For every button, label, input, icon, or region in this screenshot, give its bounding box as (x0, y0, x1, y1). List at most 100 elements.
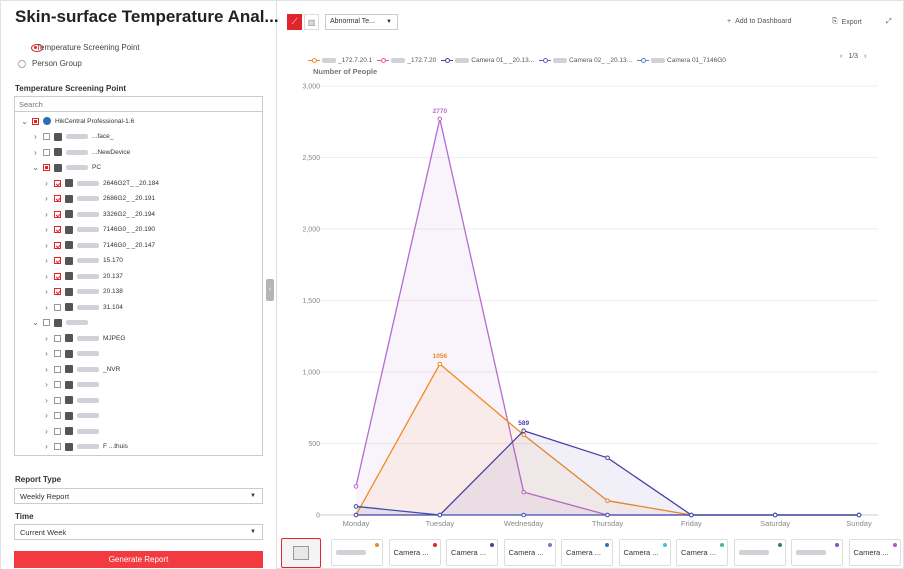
tree-node[interactable]: › (43, 378, 103, 392)
camera-thumbnail[interactable]: Camera ... (446, 539, 498, 566)
device-tree[interactable]: ⌄ HikCentral Professional-1.6 › ...face_ ›..… (14, 112, 263, 456)
tree-node[interactable]: › ...face_ (32, 130, 113, 144)
tree-checkbox[interactable] (54, 443, 61, 450)
tree-checkbox[interactable] (43, 164, 50, 171)
chevron-right-icon[interactable]: › (43, 396, 50, 405)
tree-node[interactable]: › 20.137 (43, 269, 123, 283)
report-type-select[interactable]: Weekly Report ▼ (14, 488, 263, 504)
chevron-right-icon[interactable]: › (43, 287, 50, 296)
collapse-panel-handle[interactable]: ‹ (266, 279, 274, 301)
tree-checkbox[interactable] (43, 319, 50, 326)
chevron-right-icon[interactable]: › (43, 210, 50, 219)
tree-node[interactable]: ⌄ PC (32, 161, 101, 175)
tree-node[interactable]: ⌄ HikCentral Professional-1.6 (21, 114, 134, 128)
tree-node[interactable]: › F ...thuis (43, 440, 128, 454)
chevron-right-icon[interactable]: › (43, 349, 50, 358)
chevron-down-icon[interactable]: ⌄ (21, 117, 28, 126)
tree-node[interactable]: › (43, 424, 103, 438)
radio-person-group[interactable]: Person Group (18, 59, 82, 68)
search-input[interactable] (14, 96, 263, 112)
time-select[interactable]: Current Week ▼ (14, 524, 263, 540)
legend-item[interactable]: Camera 02_ _20.13... (539, 57, 632, 64)
redacted-text (77, 382, 99, 387)
tree-node[interactable]: › (43, 409, 103, 423)
chevron-right-icon[interactable]: › (43, 334, 50, 343)
tree-checkbox[interactable] (43, 148, 50, 156)
tree-checkbox[interactable] (54, 272, 61, 280)
legend-item[interactable]: Camera 01_ _20.13... (441, 57, 534, 64)
chevron-right-icon[interactable]: › (43, 225, 50, 234)
camera-thumbnail[interactable] (331, 539, 383, 566)
tree-node[interactable]: › 2686G2_ _20.191 (43, 192, 155, 206)
bar-chart-toggle-icon[interactable]: ▥ (304, 14, 319, 30)
chevron-right-icon[interactable]: › (43, 272, 50, 281)
chevron-right-icon[interactable]: › (43, 241, 50, 250)
radio-temperature-screening-point[interactable]: Temperature Screening Point (18, 43, 140, 52)
camera-thumbnail[interactable]: Camera ... (561, 539, 613, 566)
chevron-right-icon[interactable]: › (32, 132, 39, 141)
tree-checkbox[interactable] (32, 117, 39, 125)
camera-thumbnail[interactable]: Camera ... (503, 539, 556, 566)
tree-checkbox[interactable] (54, 303, 61, 311)
chevron-right-icon[interactable]: › (43, 411, 50, 420)
chevron-right-icon[interactable]: › (43, 179, 50, 188)
tree-node[interactable]: › 2646G2T_ _20.184 (43, 176, 159, 190)
tree-node[interactable]: ⌄ (32, 316, 92, 330)
export-button[interactable]: ⎘ Export (832, 18, 862, 26)
tree-node[interactable]: › 31.104 (43, 300, 123, 314)
tree-checkbox[interactable] (54, 350, 61, 357)
tree-node[interactable]: › (43, 393, 103, 407)
tree-checkbox[interactable] (54, 365, 61, 373)
legend-item[interactable]: _172.7.20 (377, 57, 436, 64)
tree-checkbox[interactable] (54, 195, 61, 202)
tree-checkbox[interactable] (43, 133, 50, 140)
chevron-right-icon[interactable]: › (32, 148, 39, 157)
camera-thumbnail[interactable]: Camera ... (388, 539, 441, 566)
tree-checkbox[interactable] (54, 334, 61, 342)
tree-node[interactable]: › ...NewDevice (32, 145, 130, 159)
legend-item[interactable]: Camera 01_7146G0 (637, 57, 726, 64)
metric-select[interactable]: Abnormal Te... ▼ (325, 14, 398, 30)
tree-checkbox[interactable] (54, 241, 61, 249)
chevron-right-icon[interactable]: › (43, 194, 50, 203)
tree-node[interactable]: › 15.170 (43, 254, 123, 268)
tree-node[interactable]: › 7146G0_ _20.147 (43, 238, 155, 252)
camera-thumbnail[interactable]: Camera ... (676, 539, 728, 566)
camera-thumbnail[interactable] (733, 539, 786, 566)
tree-node[interactable]: › _NVR (43, 362, 120, 376)
chevron-right-icon[interactable]: › (43, 380, 50, 389)
chevron-right-icon[interactable]: › (43, 303, 50, 312)
chevron-down-icon[interactable]: ⌄ (32, 163, 39, 172)
chevron-right-icon[interactable]: › (43, 256, 50, 265)
chevron-down-icon[interactable]: ⌄ (32, 318, 39, 327)
tree-checkbox[interactable] (54, 179, 61, 187)
tree-checkbox[interactable] (54, 288, 61, 295)
tree-checkbox[interactable] (54, 396, 61, 404)
line-chart-toggle-icon[interactable]: ⟋ (287, 14, 302, 30)
tree-checkbox[interactable] (54, 210, 61, 218)
tree-node[interactable]: › (43, 347, 103, 361)
tree-checkbox[interactable] (54, 226, 61, 233)
chevron-right-icon[interactable]: › (43, 442, 50, 451)
chevron-left-icon[interactable]: ‹ (840, 53, 842, 60)
tree-node[interactable]: › 3326G2_ _20.194 (43, 207, 155, 221)
camera-thumbnail[interactable]: Camera ... (848, 539, 901, 566)
camera-thumbnail[interactable] (791, 539, 843, 566)
thumbnail-all-selected[interactable] (281, 538, 321, 568)
tree-checkbox[interactable] (54, 257, 61, 264)
add-to-dashboard-button[interactable]: + Add to Dashboard (727, 18, 792, 25)
tree-checkbox[interactable] (54, 381, 61, 388)
fullscreen-icon[interactable]: ⤢ (886, 18, 892, 26)
generate-report-button[interactable]: Generate Report (14, 551, 263, 568)
tree-checkbox[interactable] (54, 427, 61, 435)
chevron-right-icon[interactable]: › (43, 365, 50, 374)
chevron-right-icon[interactable]: › (43, 427, 50, 436)
tree-checkbox[interactable] (54, 412, 61, 419)
tree-node[interactable]: › 7146G0_ _20.190 (43, 223, 155, 237)
tree-node[interactable]: › MJPEG (43, 331, 125, 345)
camera-thumbnail[interactable]: Camera ... (618, 539, 671, 566)
tree-node[interactable]: › 20.138 (43, 285, 123, 299)
legend-item[interactable]: _172.7.20.1 (308, 57, 372, 64)
tree-node-label: ...NewDevice (92, 148, 131, 156)
chevron-right-icon[interactable]: › (864, 53, 866, 60)
